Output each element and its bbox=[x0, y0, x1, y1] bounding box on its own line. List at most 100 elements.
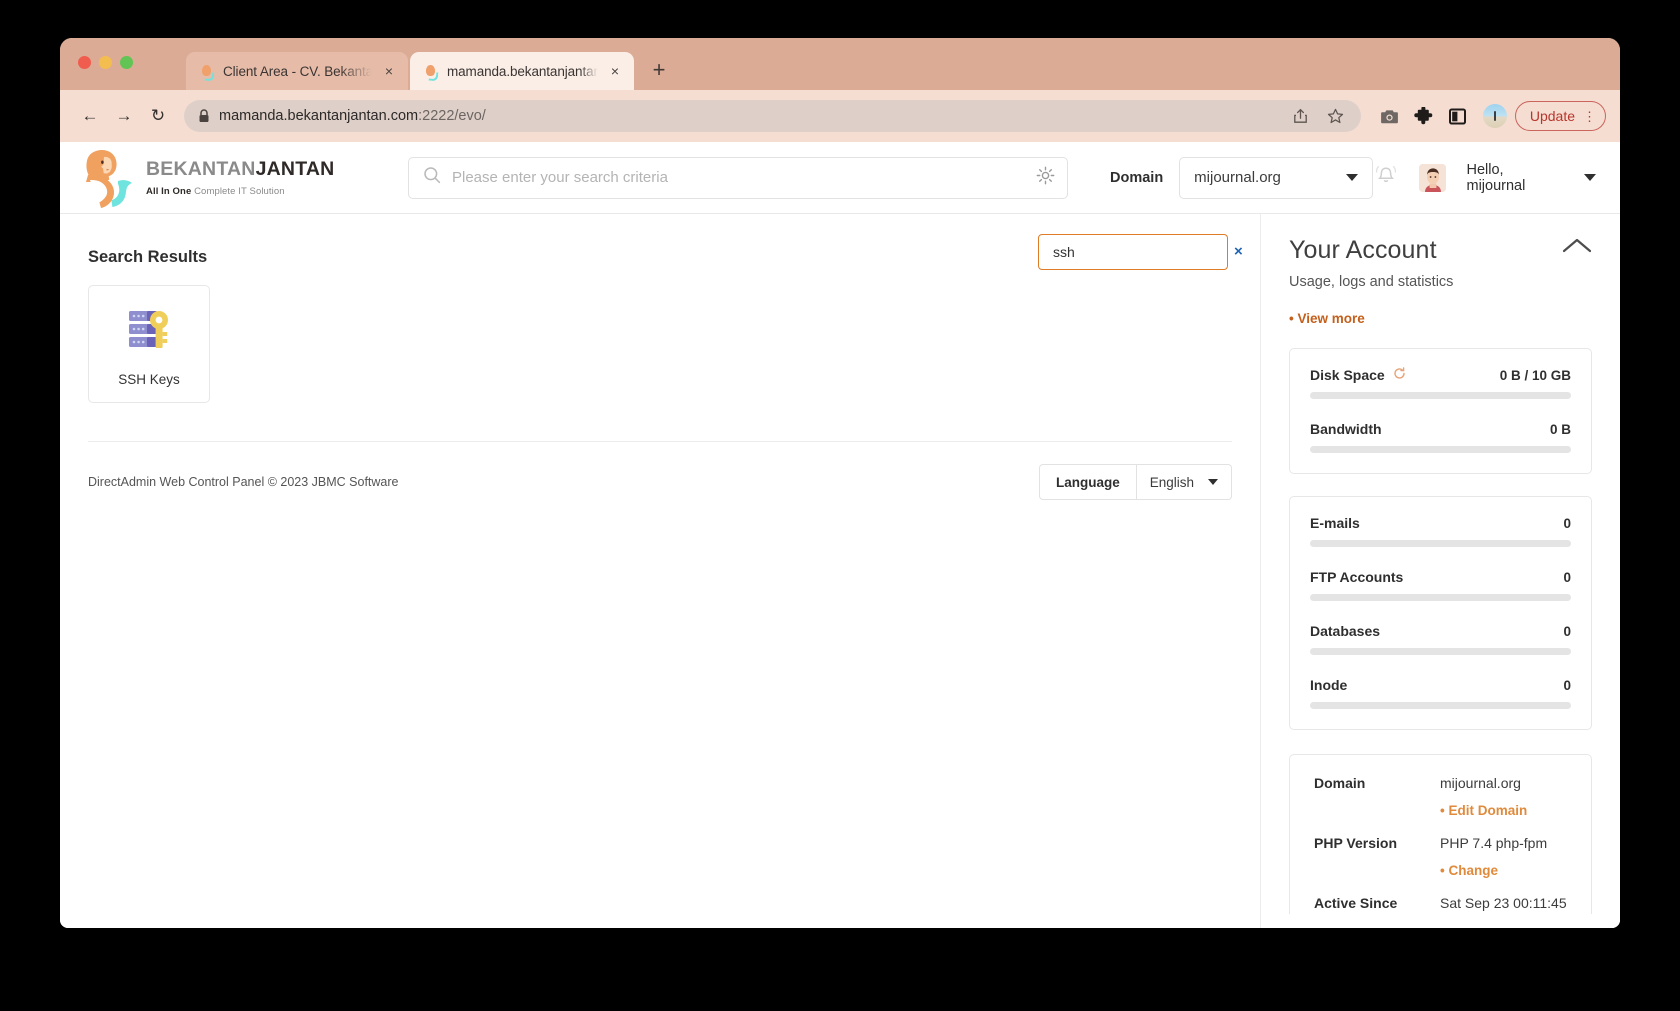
notification-bell-icon[interactable] bbox=[1373, 163, 1399, 192]
stat-label: Databases bbox=[1310, 623, 1381, 639]
info-label: Active Since bbox=[1314, 895, 1398, 911]
language-select-value: English bbox=[1149, 474, 1194, 490]
info-row-active-since: Active Since Sat Sep 23 00:11:45 bbox=[1314, 895, 1571, 911]
global-search-field[interactable] bbox=[408, 156, 1068, 199]
result-card-ssh-keys[interactable]: SSH Keys bbox=[88, 285, 210, 403]
domain-select[interactable]: mijournal.org bbox=[1179, 156, 1374, 199]
back-icon[interactable]: ← bbox=[74, 100, 106, 132]
browser-menu-kebab-icon[interactable]: ⋮ bbox=[1583, 110, 1596, 123]
brand-name: BEKANTANJANTAN bbox=[146, 158, 334, 181]
account-header: Your Account bbox=[1289, 236, 1592, 265]
avatar[interactable] bbox=[1419, 163, 1447, 192]
address-bar[interactable]: mamanda.bekantanjantan.com:2222/evo/ bbox=[184, 100, 1361, 132]
tab-title: Client Area - CV. Bekantan Jan bbox=[223, 63, 372, 79]
info-value-group: PHP 7.4 php-fpm • Change bbox=[1440, 835, 1547, 878]
sidebar-bottom-fade bbox=[1261, 914, 1620, 928]
account-sidebar: Your Account Usage, logs and statistics … bbox=[1260, 214, 1620, 928]
stat-row-disk-space: Disk Space 0 B / 10 GB bbox=[1310, 367, 1571, 399]
clear-search-icon[interactable]: × bbox=[1234, 243, 1243, 261]
language-select[interactable]: English bbox=[1136, 464, 1232, 500]
stat-value: 0 bbox=[1563, 623, 1571, 639]
share-icon[interactable] bbox=[1288, 103, 1314, 129]
page-footer: DirectAdmin Web Control Panel © 2023 JBM… bbox=[88, 464, 1232, 500]
stat-label: Inode bbox=[1310, 677, 1348, 693]
close-window-button[interactable] bbox=[78, 56, 91, 69]
url-host: mamanda.bekantanjantan.com bbox=[219, 108, 419, 124]
search-settings-gear-icon[interactable] bbox=[1036, 166, 1055, 190]
browser-tab-client-area[interactable]: Client Area - CV. Bekantan Jan × bbox=[186, 52, 408, 90]
usage-card: Disk Space 0 B / 10 GB Bandwidth 0 B bbox=[1289, 348, 1592, 474]
counters-card: E-mails 0 FTP Accounts 0 Databases 0 Ino… bbox=[1289, 496, 1592, 730]
window-traffic-lights bbox=[78, 56, 133, 69]
info-value: PHP 7.4 php-fpm bbox=[1440, 835, 1548, 851]
usage-progress-bar bbox=[1310, 648, 1571, 655]
info-label: Domain bbox=[1314, 775, 1366, 791]
info-value: Sat Sep 23 00:11:45 bbox=[1440, 895, 1567, 911]
search-input[interactable] bbox=[452, 169, 1025, 186]
search-results-grid: SSH Keys bbox=[88, 285, 1236, 403]
results-search-box[interactable]: × bbox=[1038, 234, 1243, 270]
hello-username: mijournal bbox=[1466, 177, 1526, 194]
browser-tab-mamanda[interactable]: mamanda.bekantanjantan.com × bbox=[410, 52, 634, 90]
stat-value: 0 bbox=[1563, 677, 1571, 693]
stat-top: Bandwidth 0 B bbox=[1310, 421, 1571, 437]
stat-top: Databases 0 bbox=[1310, 623, 1571, 639]
ssh-keys-icon bbox=[121, 301, 177, 362]
domain-select-value: mijournal.org bbox=[1194, 169, 1281, 186]
account-subtitle: Usage, logs and statistics bbox=[1289, 274, 1454, 290]
minimize-window-button[interactable] bbox=[99, 56, 112, 69]
maximize-window-button[interactable] bbox=[120, 56, 133, 69]
tab-title: mamanda.bekantanjantan.com bbox=[447, 63, 598, 79]
stat-label: E-mails bbox=[1310, 515, 1360, 531]
brand-name-bold: JANTAN bbox=[255, 158, 335, 180]
stat-row-emails: E-mails 0 bbox=[1310, 515, 1571, 547]
stat-row-bandwidth: Bandwidth 0 B bbox=[1310, 421, 1571, 453]
result-card-label: SSH Keys bbox=[118, 372, 180, 387]
refresh-icon[interactable] bbox=[1393, 367, 1406, 383]
info-row-php-version: PHP Version PHP 7.4 php-fpm • Change bbox=[1314, 835, 1571, 878]
screenshot-camera-icon[interactable] bbox=[1375, 101, 1405, 131]
user-menu-chevron-down-icon[interactable] bbox=[1584, 174, 1596, 181]
update-label: Update bbox=[1529, 108, 1575, 124]
close-tab-icon[interactable]: × bbox=[380, 62, 398, 80]
copyright-text: DirectAdmin Web Control Panel © 2023 JBM… bbox=[88, 475, 399, 489]
url-path: :2222/evo/ bbox=[418, 108, 486, 124]
sidebar-toggle-icon[interactable] bbox=[1443, 101, 1473, 131]
close-tab-icon[interactable]: × bbox=[606, 62, 624, 80]
update-button[interactable]: Update ⋮ bbox=[1514, 101, 1606, 131]
new-tab-button[interactable]: + bbox=[644, 56, 674, 86]
user-greeting[interactable]: Hello, mijournal bbox=[1466, 162, 1564, 194]
stat-label: Disk Space bbox=[1310, 367, 1385, 383]
brand-name-light: BEKANTAN bbox=[146, 158, 256, 180]
stat-row-inode: Inode 0 bbox=[1310, 677, 1571, 709]
info-row-domain: Domain mijournal.org • Edit Domain bbox=[1314, 775, 1571, 818]
stat-top: E-mails 0 bbox=[1310, 515, 1571, 531]
edit-domain-link[interactable]: • Edit Domain bbox=[1440, 803, 1527, 818]
stat-name: Disk Space bbox=[1310, 367, 1406, 383]
profile-avatar[interactable] bbox=[1482, 104, 1507, 128]
tab-strip: Client Area - CV. Bekantan Jan × mamanda… bbox=[60, 38, 1620, 90]
main-content: × Search Results bbox=[60, 214, 1260, 928]
domain-label: Domain bbox=[1110, 169, 1164, 186]
brand-logo[interactable]: BEKANTANJANTAN All In One Complete IT So… bbox=[78, 147, 408, 209]
bekantan-favicon bbox=[200, 64, 215, 79]
brand-tagline: All In One Complete IT Solution bbox=[146, 186, 334, 197]
view-more-link[interactable]: • View more bbox=[1289, 311, 1592, 326]
hello-prefix: Hello, bbox=[1466, 161, 1504, 178]
stat-value: 0 B bbox=[1549, 421, 1571, 437]
change-php-link[interactable]: • Change bbox=[1440, 863, 1547, 878]
reload-icon[interactable]: ↻ bbox=[142, 100, 174, 132]
info-label: PHP Version bbox=[1314, 835, 1398, 851]
extensions-puzzle-icon[interactable] bbox=[1409, 101, 1439, 131]
stat-value: 0 B / 10 GB bbox=[1499, 367, 1571, 383]
sidebar-scrollbar[interactable] bbox=[1260, 228, 1261, 278]
forward-icon[interactable]: → bbox=[108, 100, 140, 132]
usage-progress-bar bbox=[1310, 540, 1571, 547]
stat-value: 0 bbox=[1563, 515, 1571, 531]
stat-label: FTP Accounts bbox=[1310, 569, 1404, 585]
results-search-input[interactable] bbox=[1053, 244, 1234, 260]
bookmark-star-icon[interactable] bbox=[1323, 103, 1349, 129]
collapse-chevron-up-icon[interactable] bbox=[1562, 236, 1592, 258]
stat-top: FTP Accounts 0 bbox=[1310, 569, 1571, 585]
tagline-bold: All In One bbox=[146, 186, 192, 197]
